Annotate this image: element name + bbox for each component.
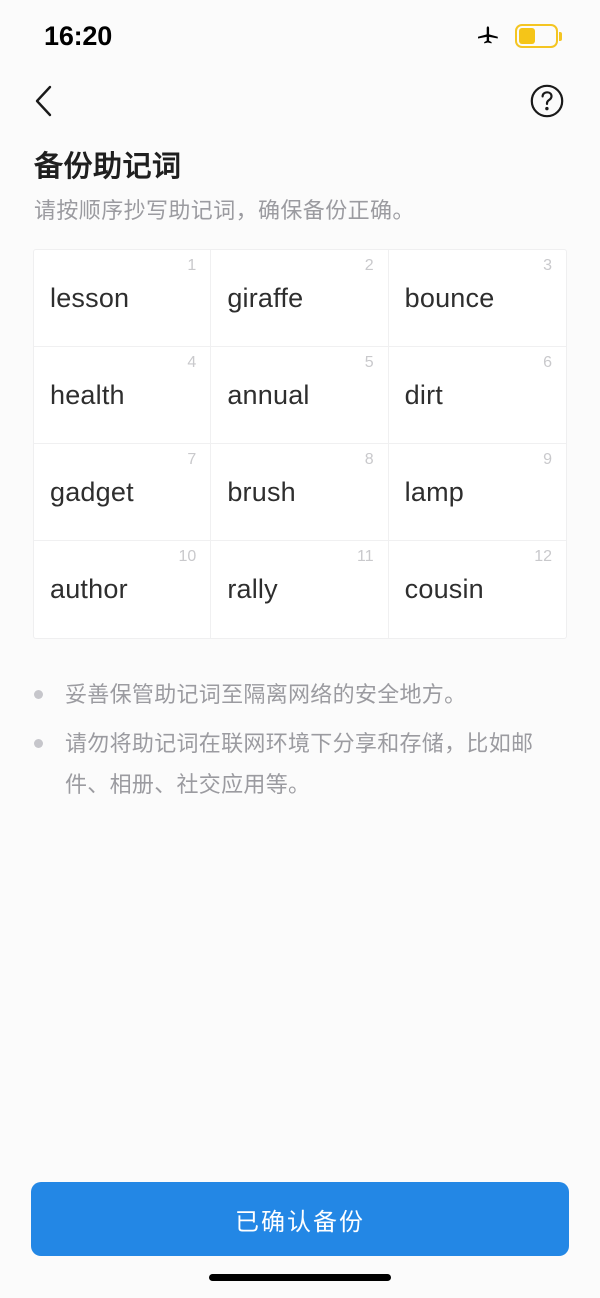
security-tip-item: 请勿将助记词在联网环境下分享和存储，比如邮件、相册、社交应用等。 [34, 724, 566, 805]
status-bar-indicators [475, 21, 562, 52]
bullet-dot-icon [34, 739, 43, 749]
mnemonic-word-index: 3 [543, 257, 552, 275]
mnemonic-word-cell: 1 lesson [34, 250, 212, 348]
mnemonic-word-text: giraffe [227, 282, 304, 313]
mnemonic-word-text: annual [227, 379, 310, 410]
security-tip-text: 妥善保管助记词至隔离网络的安全地方。 [65, 682, 467, 708]
status-bar-time: 16:20 [44, 20, 113, 51]
navigation-bar [0, 72, 600, 134]
status-bar: 16:20 [0, 0, 600, 72]
confirm-backup-button[interactable]: 已确认备份 [31, 1182, 569, 1256]
mnemonic-word-index: 5 [364, 354, 374, 372]
mnemonic-word-text: author [50, 574, 128, 605]
mnemonic-word-text: cousin [404, 574, 484, 605]
mnemonic-word-text: lamp [404, 476, 464, 507]
security-tip-item: 妥善保管助记词至隔离网络的安全地方。 [34, 675, 566, 716]
mnemonic-word-grid: 1 lesson 2 giraffe 3 bounce 4 health 5 annual 6 dir… [33, 249, 567, 640]
page-subtitle: 请按顺序抄写助记词，确保备份正确。 [34, 197, 415, 223]
mnemonic-word-cell: 4 health [34, 347, 212, 445]
mnemonic-word-index: 8 [364, 451, 374, 469]
mnemonic-word-cell: 9 lamp [388, 444, 566, 542]
chevron-left-icon [31, 84, 57, 123]
mnemonic-word-text: dirt [404, 379, 443, 410]
mnemonic-word-index: 7 [187, 451, 197, 469]
mnemonic-word-index: 11 [357, 548, 374, 566]
home-indicator[interactable] [209, 1273, 391, 1281]
mnemonic-word-index: 9 [543, 451, 552, 469]
mnemonic-word-cell: 2 giraffe [211, 250, 389, 348]
mnemonic-word-cell: 5 annual [211, 347, 389, 445]
mnemonic-word-cell: 8 brush [211, 444, 389, 542]
security-tip-text: 请勿将助记词在联网环境下分享和存储，比如邮件、相册、社交应用等。 [65, 731, 534, 797]
mnemonic-word-cell: 11 rally [211, 541, 389, 639]
mnemonic-word-text: gadget [50, 476, 134, 507]
mnemonic-word-index: 2 [364, 257, 374, 275]
mnemonic-word-cell: 12 cousin [389, 541, 566, 638]
help-button[interactable] [525, 81, 569, 125]
mnemonic-word-index: 6 [543, 354, 552, 372]
security-tips-list: 妥善保管助记词至隔离网络的安全地方。请勿将助记词在联网环境下分享和存储，比如邮件… [34, 675, 566, 805]
mnemonic-word-text: health [50, 379, 125, 410]
home-indicator-area [31, 1256, 569, 1298]
mnemonic-word-cell: 3 bounce [388, 250, 566, 348]
back-button[interactable] [22, 81, 66, 125]
mnemonic-word-index: 4 [187, 354, 197, 372]
mnemonic-word-index: 12 [534, 548, 552, 566]
mnemonic-word-index: 1 [187, 257, 197, 275]
mnemonic-word-text: rally [227, 574, 278, 605]
mnemonic-word-index: 10 [178, 548, 197, 566]
bullet-dot-icon [34, 690, 43, 700]
footer: 已确认备份 [0, 1182, 600, 1298]
mnemonic-word-cell: 6 dirt [388, 347, 566, 445]
page-title: 备份助记词 [34, 151, 182, 183]
header-block: 备份助记词 请按顺序抄写助记词，确保备份正确。 [0, 134, 600, 225]
mnemonic-word-text: bounce [404, 282, 495, 313]
mnemonic-word-text: lesson [50, 282, 130, 313]
battery-low-power-icon [515, 24, 562, 48]
airplane-mode-icon [475, 21, 501, 52]
mnemonic-word-cell: 7 gadget [34, 444, 212, 542]
mnemonic-word-cell: 10 author [34, 541, 212, 639]
mnemonic-word-text: brush [227, 476, 296, 507]
question-circle-icon [529, 83, 565, 124]
